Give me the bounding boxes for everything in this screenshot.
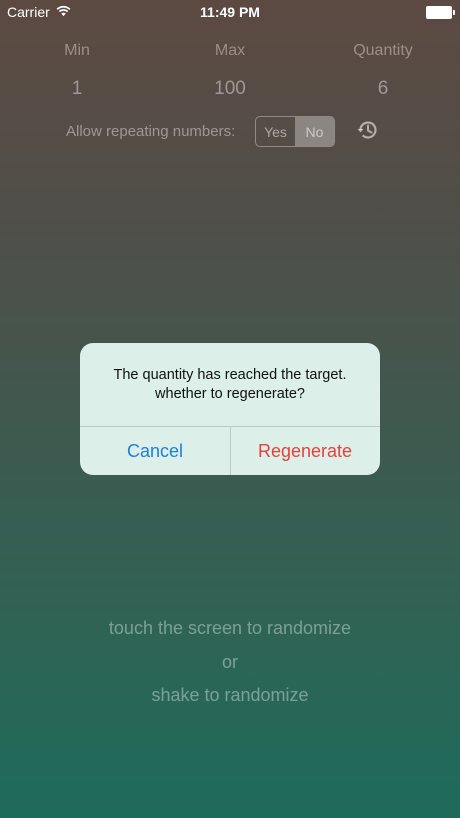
hint-shake: shake to randomize [151, 685, 309, 705]
alert-dialog: The quantity has reached the target. whe… [80, 343, 380, 475]
alert-message: The quantity has reached the target. whe… [80, 366, 380, 404]
alert-message-line1: The quantity has reached the target. [113, 367, 347, 383]
hint-touch: touch the screen to randomize [108, 618, 352, 638]
alert-message-line2: whether to regenerate? [155, 386, 305, 402]
cancel-button[interactable]: Cancel [80, 427, 230, 475]
regenerate-button[interactable]: Regenerate [230, 427, 380, 475]
hint-or: or [221, 652, 238, 672]
